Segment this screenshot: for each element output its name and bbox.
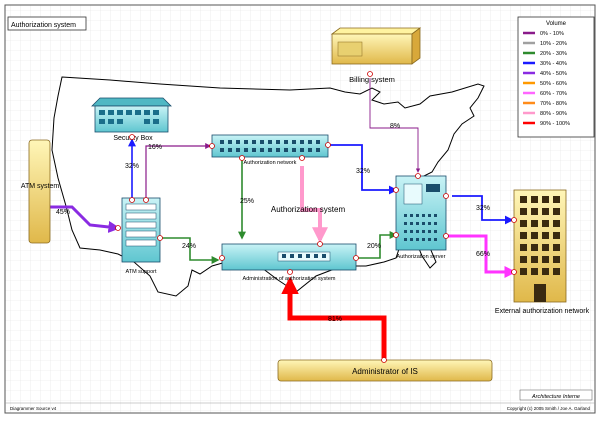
administration-label: Administration of authorization system — [243, 276, 336, 282]
legend-label: 60% - 70% — [540, 91, 567, 97]
node-authorization-server[interactable]: Authorization server — [395, 175, 447, 260]
legend-label: 50% - 60% — [540, 81, 567, 87]
billing-system-label: Billing system — [349, 75, 395, 84]
label-server-to-external: 66% — [476, 251, 490, 258]
legend-label: 40% - 50% — [540, 71, 567, 77]
authorization-system-label: Authorization system — [271, 205, 346, 214]
label-atm-to-support: 45% — [56, 209, 70, 216]
atm-system-label: ATM system — [21, 183, 60, 190]
node-administrator-is[interactable]: Administrator of IS — [277, 359, 493, 382]
label-network-to-admin: 25% — [240, 198, 254, 205]
legend-label: 10% - 20% — [540, 41, 567, 47]
authorization-network-label: Authorization network — [244, 160, 297, 166]
label-support-to-admin: 24% — [182, 243, 196, 250]
footer-right: Copyright (c) 2005 Smith / Joe A. Garlan… — [507, 406, 591, 411]
legend-title: Volume — [546, 21, 567, 27]
legend-label: 70% - 80% — [540, 101, 567, 107]
title-box: Authorization system — [7, 16, 87, 31]
legend-label: 20% - 30% — [540, 51, 567, 57]
legend-label: 30% - 40% — [540, 61, 567, 67]
footer-brand: Architecture Interne — [531, 394, 580, 400]
label-support-to-network: 16% — [148, 144, 162, 151]
label-admin-is: 81% — [328, 316, 342, 323]
diagram-canvas: Authorization system 45% 32% 16% 25% 24%… — [0, 0, 600, 424]
page-title: Authorization system — [11, 22, 76, 29]
legend: Volume 0% - 10% 10% - 20% 20% - 30% 30% - 4… — [517, 16, 595, 138]
label-admin-to-server: 20% — [367, 243, 381, 250]
administrator-is-label: Administrator of IS — [352, 367, 418, 376]
footer-left: Diagrammer Source v4 — [10, 406, 57, 411]
label-support-to-security: 32% — [125, 163, 139, 170]
legend-label: 90% - 100% — [540, 121, 570, 127]
label-server-to-external-top: 32% — [476, 205, 490, 212]
legend-label: 0% - 10% — [540, 31, 564, 37]
label-billing-to-server: 8% — [390, 123, 400, 130]
authorization-server-label: Authorization server — [397, 254, 446, 260]
atm-support-label: ATM support — [125, 269, 157, 275]
diagram-svg: Authorization system 45% 32% 16% 25% 24%… — [4, 4, 596, 414]
legend-label: 80% - 90% — [540, 111, 567, 117]
external-network-label: External authorization network — [495, 308, 590, 315]
label-network-to-server: 32% — [356, 168, 370, 175]
